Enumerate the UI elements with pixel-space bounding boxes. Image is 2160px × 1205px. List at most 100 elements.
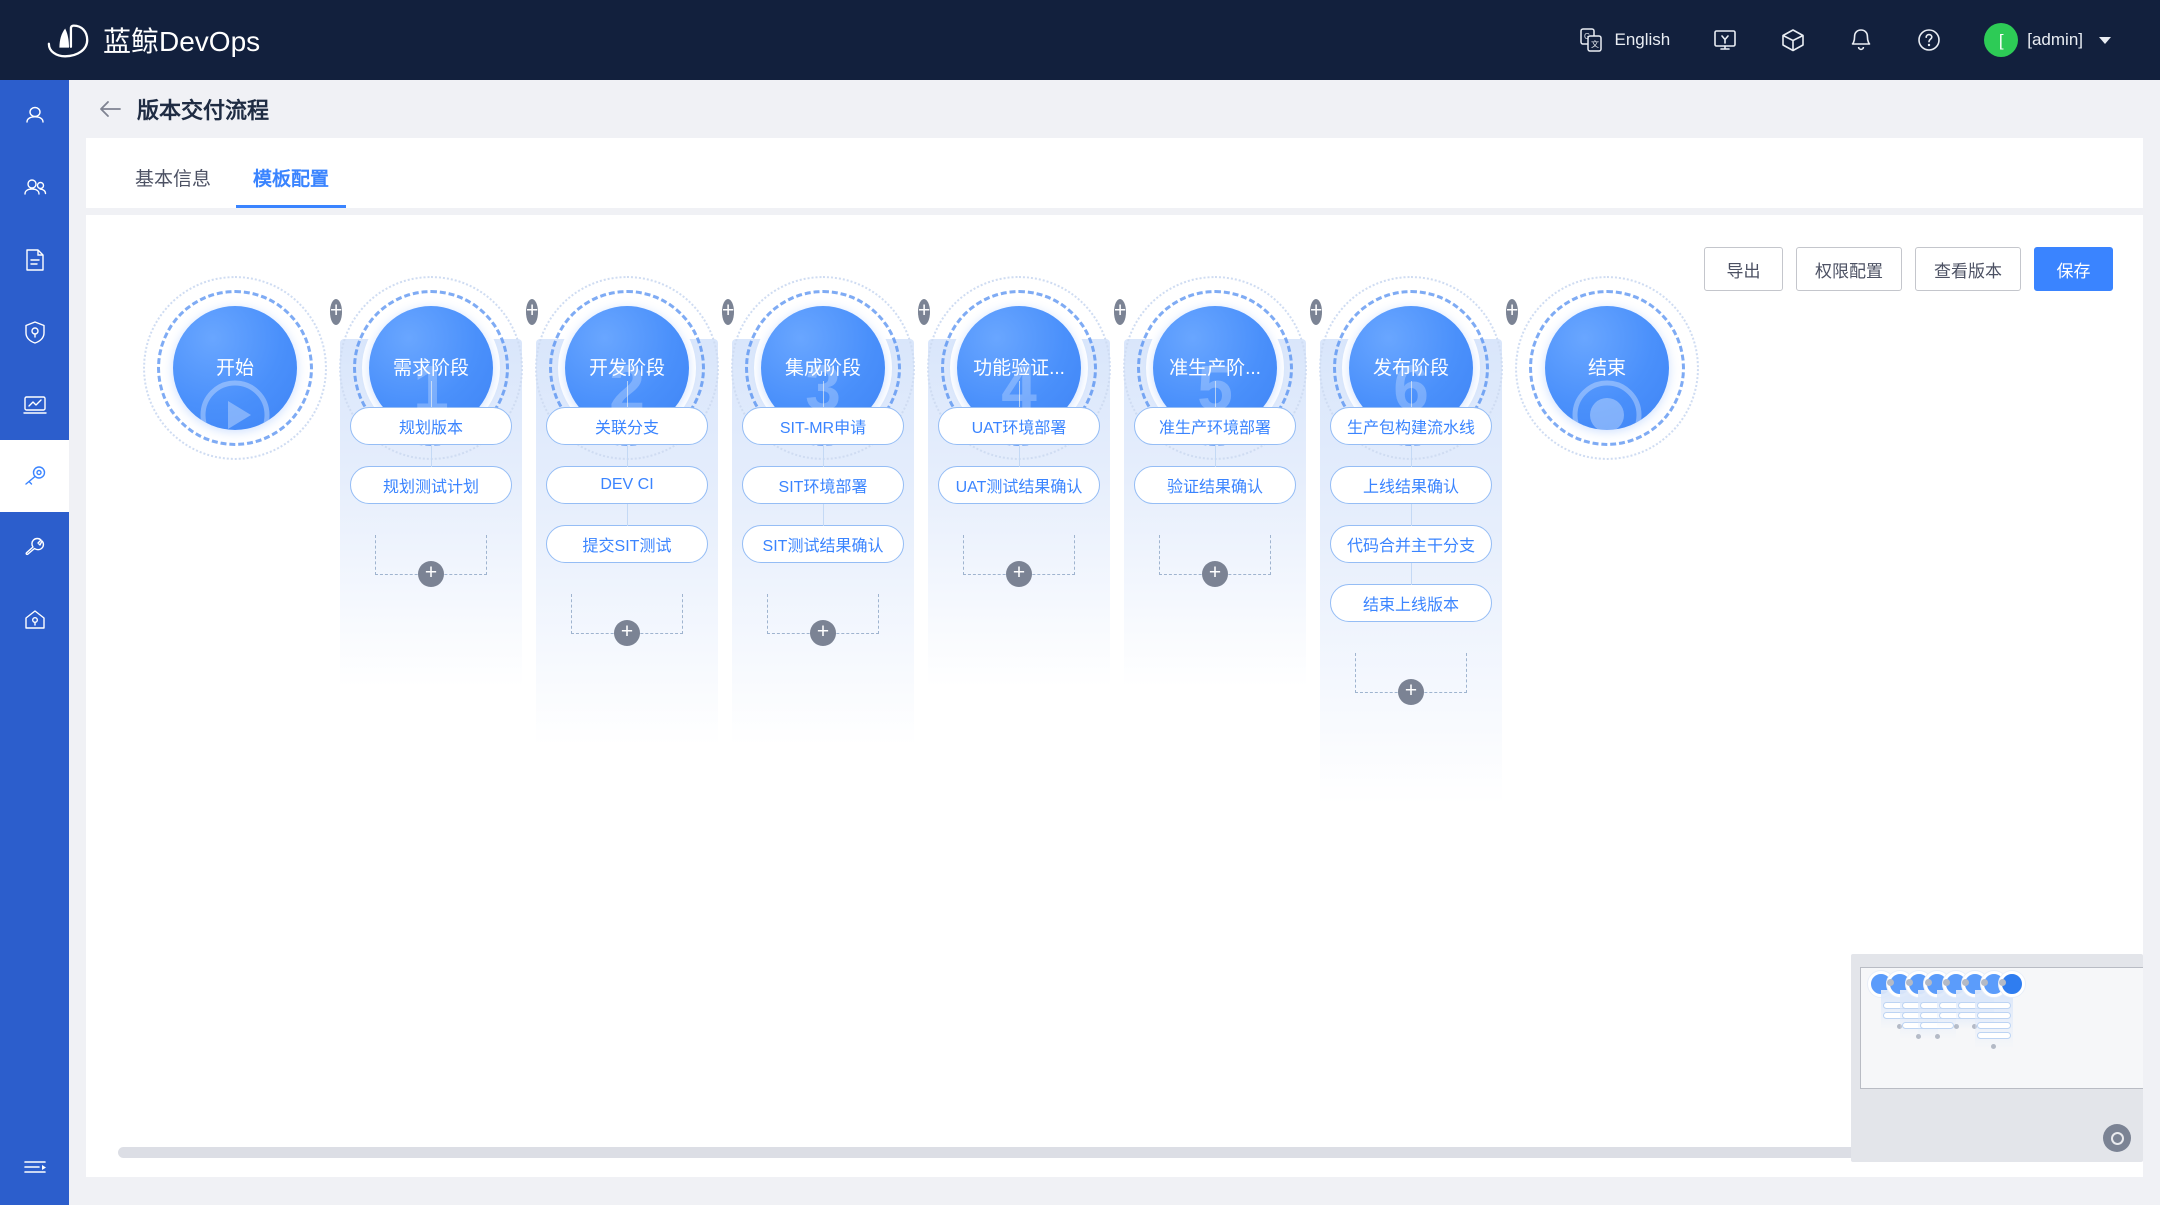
zoom-reset-icon [2111, 1132, 2124, 1145]
plus-glyph: + [1114, 300, 1126, 321]
document-icon [20, 245, 50, 275]
stage-name: 集成阶段 [785, 353, 861, 380]
back-button[interactable] [97, 98, 123, 120]
notifications-button[interactable] [1827, 0, 1895, 80]
chevron-down-icon [2099, 37, 2111, 44]
monitor-icon [1712, 27, 1738, 53]
stage-name: 开始 [216, 353, 254, 380]
stage-circle[interactable]: 开始 [173, 306, 297, 430]
task-chip[interactable]: UAT测试结果确认 [938, 466, 1100, 504]
stage-circle[interactable]: 发布阶段6 [1349, 306, 1473, 430]
add-stage-button[interactable]: + [526, 299, 538, 325]
add-task-button[interactable]: + [1355, 653, 1467, 693]
permission-config-button[interactable]: 权限配置 [1796, 247, 1902, 291]
add-stage-button[interactable]: + [722, 299, 734, 325]
sidebar-item-document[interactable] [0, 224, 69, 296]
stage-name: 需求阶段 [393, 353, 469, 380]
add-stage-button[interactable]: + [1114, 299, 1126, 325]
add-task-button[interactable]: + [375, 535, 487, 575]
stage-name: 开发阶段 [589, 353, 665, 380]
plus-glyph: + [918, 300, 930, 321]
page-header: 版本交付流程 [69, 80, 2160, 138]
page-title: 版本交付流程 [137, 93, 269, 125]
play-icon [198, 378, 272, 430]
top-navigation-bar: 蓝鲸DevOps G 文 English [0, 0, 2160, 80]
sidebar-item-store[interactable] [0, 584, 69, 656]
cube-icon [1780, 27, 1806, 53]
brand-logo-area[interactable]: 蓝鲸DevOps [46, 20, 260, 60]
language-switcher[interactable]: G 文 English [1556, 0, 1691, 80]
minimap-task [1977, 1012, 2011, 1019]
tab-basic-info[interactable]: 基本信息 [114, 164, 232, 208]
svg-text:文: 文 [1591, 39, 1599, 49]
export-button[interactable]: 导出 [1704, 247, 1783, 291]
sidebar-item-tools[interactable] [0, 512, 69, 584]
sidebar-item-report[interactable] [0, 368, 69, 440]
view-version-button[interactable]: 查看版本 [1915, 247, 2021, 291]
avatar-letter: [ [1999, 32, 2004, 49]
tab-bar: 基本信息 模板配置 [86, 138, 2143, 208]
task-chip[interactable]: 结束上线版本 [1330, 584, 1492, 622]
add-stage-button[interactable]: + [1506, 299, 1518, 325]
help-icon [1916, 27, 1942, 53]
stage-circle[interactable]: 功能验证...4 [957, 306, 1081, 430]
task-chip[interactable]: SIT环境部署 [742, 466, 904, 504]
stage-name: 结束 [1588, 353, 1626, 380]
language-label: English [1614, 30, 1670, 50]
task-chip[interactable]: 上线结果确认 [1330, 466, 1492, 504]
stage-name: 发布阶段 [1373, 353, 1449, 380]
sidebar-item-person[interactable] [0, 80, 69, 152]
add-stage-button[interactable]: + [330, 299, 342, 325]
minimap-viewport[interactable] [1860, 967, 2143, 1089]
task-chip[interactable]: 代码合并主干分支 [1330, 525, 1492, 563]
save-button[interactable]: 保存 [2034, 247, 2113, 291]
task-chip[interactable]: DEV CI [546, 466, 708, 504]
tab-template-config[interactable]: 模板配置 [232, 164, 350, 208]
sidebar-item-team[interactable] [0, 152, 69, 224]
stage-circle[interactable]: 开发阶段2 [565, 306, 689, 430]
help-button[interactable] [1895, 0, 1963, 80]
task-chip[interactable]: 验证结果确认 [1134, 466, 1296, 504]
store-icon [20, 605, 50, 635]
stage-circle[interactable]: 需求阶段1 [369, 306, 493, 430]
apps-button[interactable] [1759, 0, 1827, 80]
plus-glyph: + [1405, 680, 1417, 701]
horizontal-scrollbar-thumb[interactable] [118, 1147, 1863, 1158]
flow-canvas-card: 导出 权限配置 查看版本 保存 开始需求阶段1规划版本规划测试计划+开发阶段2关… [86, 215, 2143, 1177]
minimap-add-task [1935, 1034, 1940, 1039]
plus-glyph: + [1506, 300, 1518, 321]
task-chip[interactable]: 提交SIT测试 [546, 525, 708, 563]
wrench-icon [20, 533, 50, 563]
task-chip[interactable]: 规划测试计划 [350, 466, 512, 504]
monitor-button[interactable] [1691, 0, 1759, 80]
add-stage-button[interactable]: + [918, 299, 930, 325]
plus-glyph: + [621, 621, 633, 642]
stage-circle[interactable]: 集成阶段3 [761, 306, 885, 430]
minimap-zoom-reset-button[interactable] [2103, 1124, 2131, 1152]
stage-circle[interactable]: 准生产阶...5 [1153, 306, 1277, 430]
sidebar-collapse-button[interactable] [0, 1129, 69, 1205]
stage-name: 准生产阶... [1169, 353, 1261, 380]
bell-icon [1848, 27, 1874, 53]
minimap[interactable] [1851, 954, 2143, 1162]
stage-circle[interactable]: 结束 [1545, 306, 1669, 430]
plus-glyph: + [1209, 562, 1221, 583]
shield-icon [20, 317, 50, 347]
user-menu[interactable]: [ [admin] [1963, 0, 2132, 80]
horizontal-scrollbar[interactable] [86, 1145, 2143, 1159]
plus-glyph: + [817, 621, 829, 642]
sidebar-item-delivery[interactable] [0, 440, 69, 512]
key-icon [20, 461, 50, 491]
whale-logo-icon [46, 20, 92, 60]
nav-actions: G 文 English [1556, 0, 2132, 80]
stage-connector: + [722, 299, 728, 325]
sidebar-item-quality[interactable] [0, 296, 69, 368]
add-task-button[interactable]: + [571, 594, 683, 634]
add-task-button[interactable]: + [1159, 535, 1271, 575]
add-task-button[interactable]: + [963, 535, 1075, 575]
user-name: [admin] [2027, 30, 2083, 50]
task-chip[interactable]: SIT测试结果确认 [742, 525, 904, 563]
add-task-button[interactable]: + [767, 594, 879, 634]
people-icon [20, 173, 50, 203]
add-stage-button[interactable]: + [1310, 299, 1322, 325]
